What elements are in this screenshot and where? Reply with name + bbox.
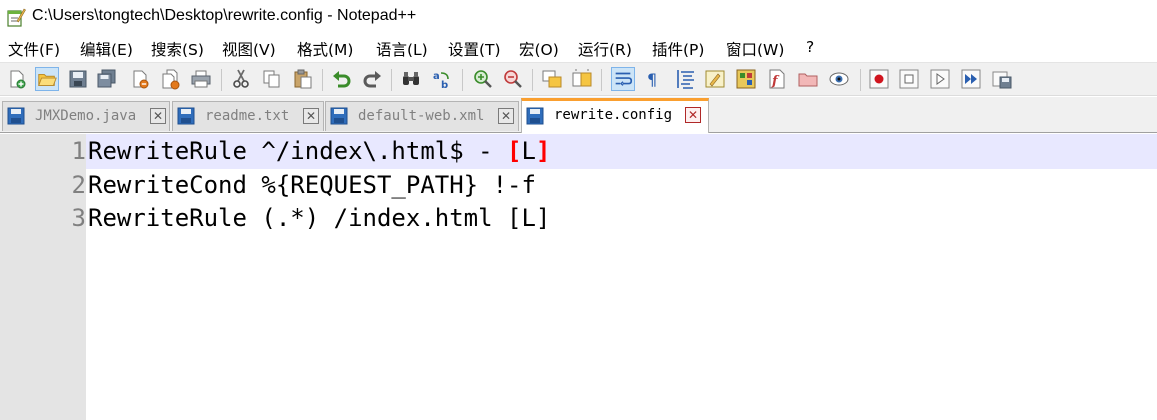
toolbar: a b ¶ f bbox=[0, 62, 1157, 96]
find-icon[interactable] bbox=[400, 68, 422, 90]
stop-macro-icon[interactable] bbox=[898, 68, 920, 90]
svg-text:b: b bbox=[441, 80, 448, 90]
folder-workspace-icon[interactable] bbox=[797, 68, 819, 90]
toolbar-separator bbox=[322, 69, 323, 91]
play-macro-icon[interactable] bbox=[929, 68, 951, 90]
brace-match-close: ] bbox=[535, 137, 551, 165]
svg-text:a: a bbox=[433, 71, 440, 82]
tab-label: rewrite.config bbox=[554, 107, 673, 123]
menu-format[interactable]: 格式(M) bbox=[297, 38, 353, 60]
saved-file-icon bbox=[526, 107, 544, 125]
code-text: RewriteRule ^/index\.html$ - bbox=[88, 137, 508, 165]
saved-file-icon bbox=[330, 107, 348, 125]
zoom-out-icon[interactable] bbox=[502, 68, 524, 90]
redo-icon[interactable] bbox=[361, 68, 383, 90]
menu-view[interactable]: 视图(V) bbox=[222, 38, 276, 60]
tab-close-icon[interactable]: ✕ bbox=[685, 107, 701, 123]
tab-jmxdemo-java[interactable]: JMXDemo.java ✕ bbox=[2, 101, 170, 131]
function-list-icon[interactable]: f bbox=[766, 68, 788, 90]
record-macro-icon[interactable] bbox=[868, 68, 890, 90]
save-macro-icon[interactable] bbox=[991, 68, 1013, 90]
open-file-icon[interactable] bbox=[35, 67, 59, 91]
menu-macro[interactable]: 宏(O) bbox=[519, 38, 559, 60]
save-all-icon[interactable] bbox=[96, 68, 118, 90]
toolbar-separator bbox=[221, 69, 222, 91]
code-line[interactable]: RewriteRule ^/index\.html$ - [L] bbox=[88, 137, 550, 165]
tab-readme-txt[interactable]: readme.txt ✕ bbox=[172, 101, 324, 131]
tab-default-web-xml[interactable]: default-web.xml ✕ bbox=[325, 101, 519, 131]
saved-file-icon bbox=[177, 107, 195, 125]
close-icon[interactable] bbox=[129, 68, 151, 90]
udl-icon[interactable] bbox=[704, 68, 726, 90]
copy-icon[interactable] bbox=[261, 68, 283, 90]
saved-file-icon bbox=[7, 107, 25, 125]
menu-run[interactable]: 运行(R) bbox=[578, 38, 632, 60]
tab-label: readme.txt bbox=[205, 108, 290, 124]
line-number: 2 bbox=[71, 171, 86, 199]
new-file-icon[interactable] bbox=[6, 68, 28, 90]
run-macro-multiple-icon[interactable] bbox=[960, 68, 982, 90]
tab-close-icon[interactable]: ✕ bbox=[150, 108, 166, 124]
toolbar-separator bbox=[462, 69, 463, 91]
tab-close-icon[interactable]: ✕ bbox=[498, 108, 514, 124]
window-title: C:\Users\tongtech\Desktop\rewrite.config… bbox=[32, 7, 417, 24]
zoom-in-icon[interactable] bbox=[472, 68, 494, 90]
tab-rewrite-config[interactable]: rewrite.config ✕ bbox=[521, 98, 709, 133]
line-number: 3 bbox=[71, 204, 86, 232]
print-icon[interactable] bbox=[190, 68, 212, 90]
word-wrap-icon[interactable] bbox=[611, 67, 635, 91]
doc-map-icon[interactable] bbox=[735, 68, 757, 90]
notepadpp-app-icon bbox=[7, 8, 26, 27]
menu-window[interactable]: 窗口(W) bbox=[726, 38, 784, 60]
title-bar: C:\Users\tongtech\Desktop\rewrite.config… bbox=[0, 0, 1157, 34]
editor[interactable]: 1 2 3 RewriteRule ^/index\.html$ - [L] R… bbox=[0, 134, 1157, 420]
toolbar-separator bbox=[601, 69, 602, 91]
menu-plugins[interactable]: 插件(P) bbox=[652, 38, 704, 60]
monitoring-icon[interactable] bbox=[828, 68, 850, 90]
tab-label: JMXDemo.java bbox=[35, 108, 137, 124]
cut-icon[interactable] bbox=[230, 68, 252, 90]
tab-bar: JMXDemo.java ✕ readme.txt ✕ default-web.… bbox=[0, 97, 1157, 133]
indent-guide-icon[interactable] bbox=[675, 68, 697, 90]
menu-file[interactable]: 文件(F) bbox=[8, 38, 60, 60]
close-all-icon[interactable] bbox=[160, 68, 182, 90]
menu-search[interactable]: 搜索(S) bbox=[151, 38, 204, 60]
toolbar-separator bbox=[532, 69, 533, 91]
menu-language[interactable]: 语言(L) bbox=[376, 38, 428, 60]
menu-settings[interactable]: 设置(T) bbox=[448, 38, 501, 60]
tab-label: default-web.xml bbox=[358, 108, 485, 124]
menu-bar: 文件(F) 编辑(E) 搜索(S) 视图(V) 格式(M) 语言(L) 设置(T… bbox=[0, 34, 1157, 62]
toolbar-separator bbox=[860, 69, 861, 91]
undo-icon[interactable] bbox=[331, 68, 353, 90]
paste-icon[interactable] bbox=[292, 68, 314, 90]
line-number-gutter: 1 2 3 bbox=[0, 134, 86, 420]
code-text: L bbox=[521, 137, 536, 165]
line-number: 1 bbox=[71, 137, 86, 165]
tab-close-icon[interactable]: ✕ bbox=[303, 108, 319, 124]
toolbar-separator bbox=[391, 69, 392, 91]
code-line[interactable]: RewriteCond %{REQUEST_PATH} !-f bbox=[88, 171, 536, 199]
sync-horizontal-icon[interactable] bbox=[571, 68, 593, 90]
brace-match-open: [ bbox=[507, 137, 522, 165]
code-line[interactable]: RewriteRule (.*) /index.html [L] bbox=[88, 204, 550, 232]
menu-help[interactable]: ? bbox=[806, 38, 814, 56]
menu-edit[interactable]: 编辑(E) bbox=[80, 38, 133, 60]
svg-text:¶: ¶ bbox=[647, 70, 657, 89]
replace-icon[interactable]: a b bbox=[431, 68, 453, 90]
save-icon[interactable] bbox=[67, 68, 89, 90]
show-all-chars-icon[interactable]: ¶ bbox=[642, 68, 664, 90]
sync-vertical-icon[interactable] bbox=[541, 68, 563, 90]
